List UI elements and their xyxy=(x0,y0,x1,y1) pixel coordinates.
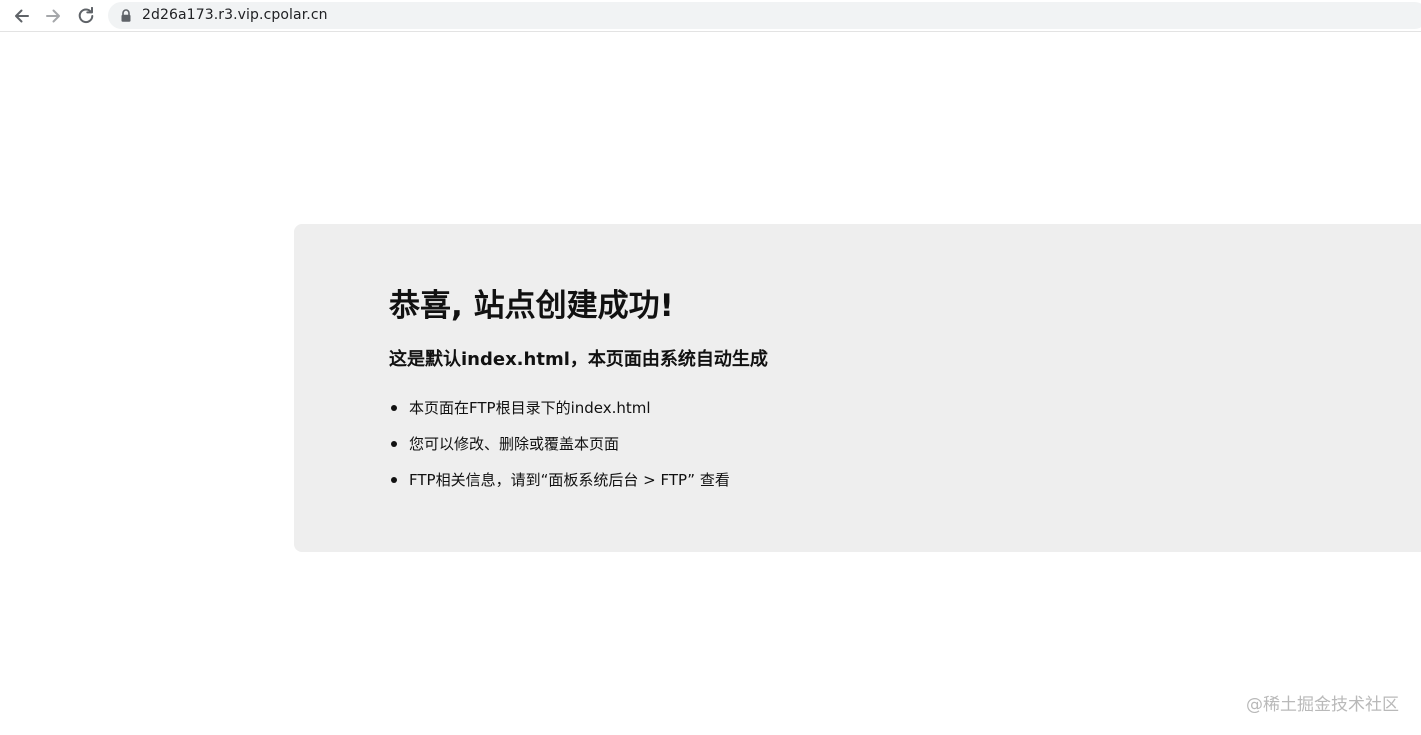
reload-button[interactable] xyxy=(73,4,99,28)
browser-toolbar: 2d26a173.r3.vip.cpolar.cn xyxy=(0,0,1421,32)
watermark: @稀土掘金技术社区 xyxy=(1246,695,1399,715)
page-title: 恭喜, 站点创建成功! xyxy=(389,288,674,324)
reload-icon xyxy=(78,7,94,24)
bullet-icon xyxy=(391,477,397,483)
url-text: 2d26a173.r3.vip.cpolar.cn xyxy=(142,7,328,23)
list-item-text: 您可以修改、删除或覆盖本页面 xyxy=(409,435,620,453)
list-item-text: 本页面在FTP根目录下的index.html xyxy=(409,399,651,417)
info-list: 本页面在FTP根目录下的index.html 您可以修改、删除或覆盖本页面 FT… xyxy=(389,396,730,504)
list-item: 您可以修改、删除或覆盖本页面 xyxy=(389,432,730,468)
forward-button[interactable] xyxy=(41,4,67,28)
list-item-text: FTP相关信息，请到“面板系统后台 > FTP” 查看 xyxy=(409,471,730,489)
bullet-icon xyxy=(391,441,397,447)
list-item: 本页面在FTP根目录下的index.html xyxy=(389,396,730,432)
list-item: FTP相关信息，请到“面板系统后台 > FTP” 查看 xyxy=(389,468,730,504)
lock-icon xyxy=(121,9,131,22)
bullet-icon xyxy=(391,405,397,411)
page-subtitle: 这是默认index.html，本页面由系统自动生成 xyxy=(389,349,768,370)
back-button[interactable] xyxy=(8,4,34,28)
forward-arrow-icon xyxy=(46,9,60,23)
back-arrow-icon xyxy=(15,9,29,23)
address-bar[interactable]: 2d26a173.r3.vip.cpolar.cn xyxy=(108,2,1421,29)
page-viewport: 恭喜, 站点创建成功! 这是默认index.html，本页面由系统自动生成 本页… xyxy=(0,33,1421,735)
welcome-card: 恭喜, 站点创建成功! 这是默认index.html，本页面由系统自动生成 本页… xyxy=(294,224,1421,552)
